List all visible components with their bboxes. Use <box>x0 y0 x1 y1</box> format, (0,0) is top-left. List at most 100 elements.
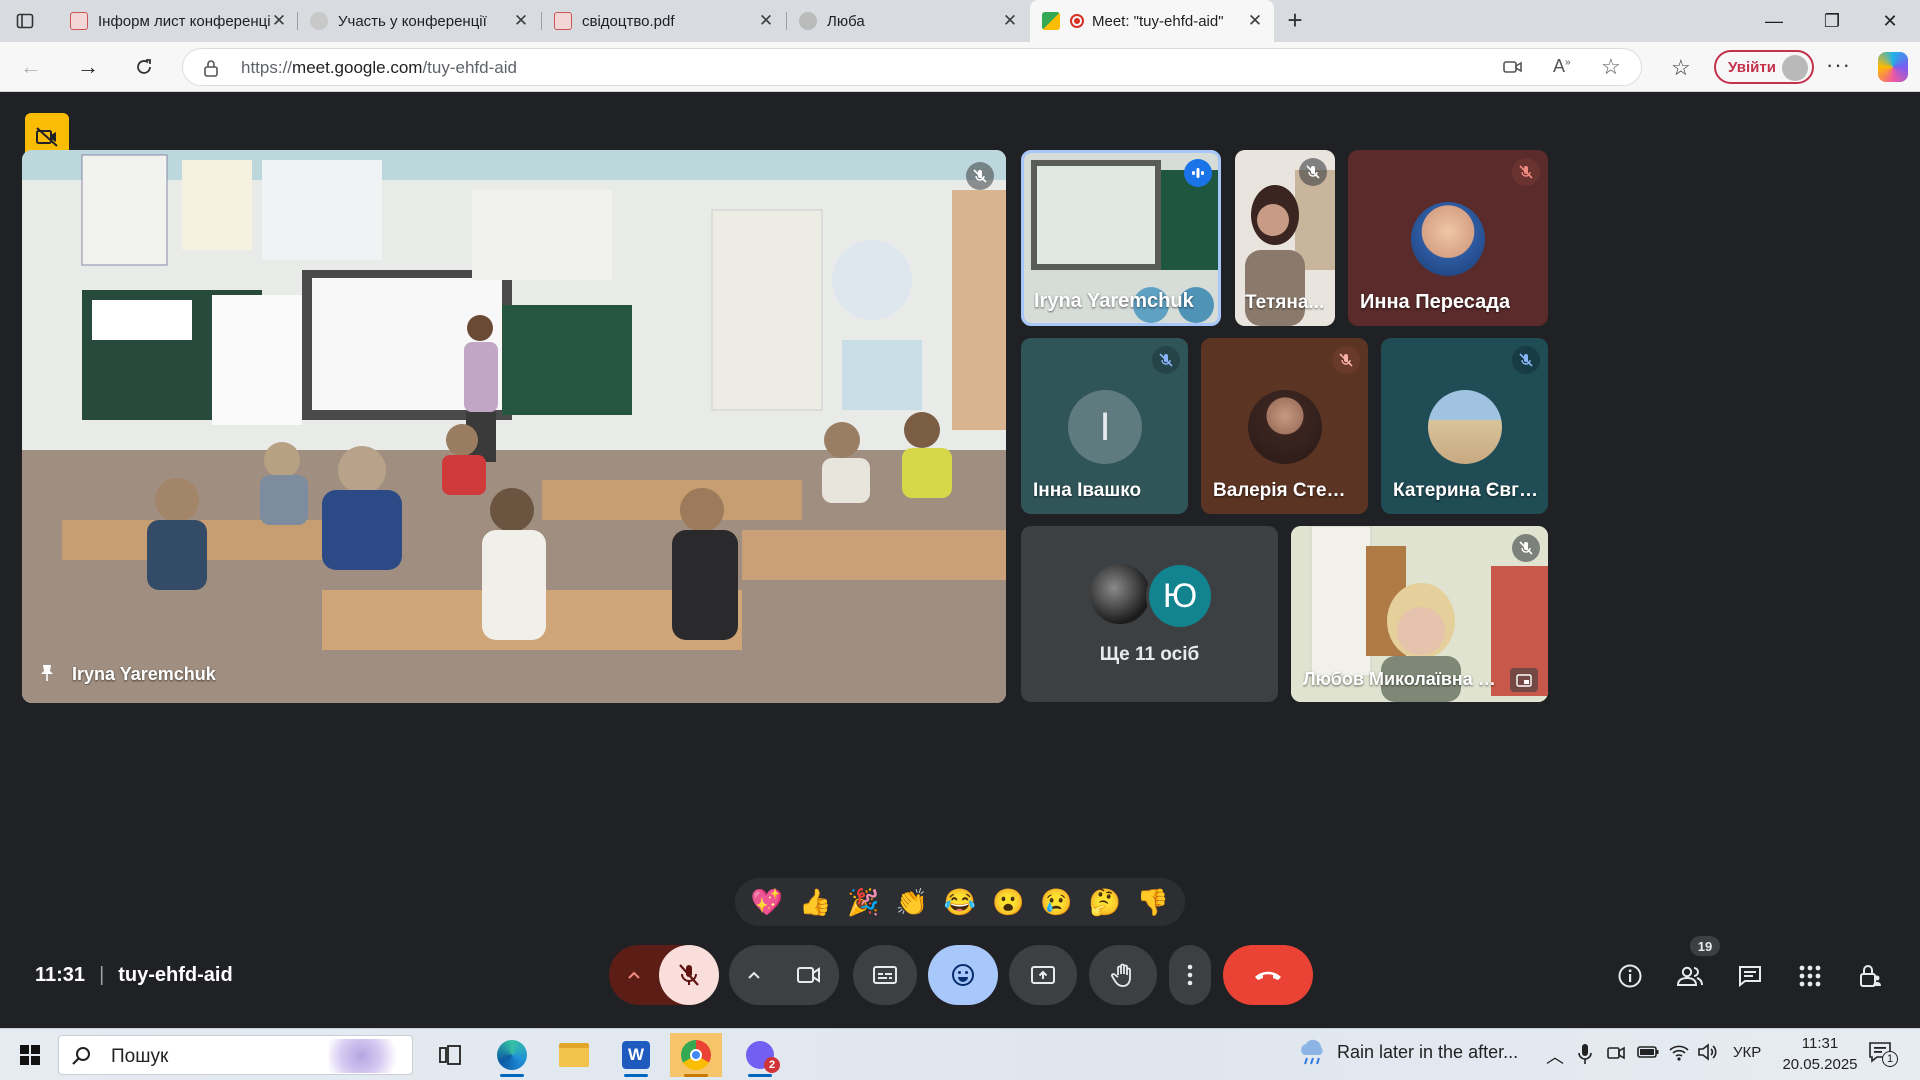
tab-label: Участь у конференції <box>338 12 487 30</box>
tab-conference-participation[interactable]: Участь у конференції ✕ <box>298 0 540 42</box>
emoji-reactions-button[interactable] <box>928 945 998 1005</box>
participant-tile-liubov[interactable]: Любов Миколаївна Ба... <box>1291 526 1548 702</box>
end-call-button[interactable] <box>1223 945 1313 1005</box>
more-icon[interactable]: ··· <box>1826 52 1851 78</box>
volume-icon[interactable] <box>1697 1042 1719 1067</box>
classroom-video <box>22 150 1006 703</box>
participant-name: Инна Пересада <box>1360 291 1511 313</box>
refresh-icon[interactable] <box>127 50 161 84</box>
tab-inform-list[interactable]: Інформ лист конференції 25.pdf ✕ <box>58 0 298 42</box>
forward-icon[interactable]: → <box>71 50 105 84</box>
main-video-tile[interactable]: Iryna Yaremchuk <box>22 150 1006 703</box>
others-tile[interactable]: Ю Ще 11 осіб <box>1021 526 1278 702</box>
camera-tray-icon[interactable] <box>1607 1044 1625 1067</box>
pip-icon[interactable] <box>1510 668 1538 692</box>
taskbar-chrome[interactable] <box>670 1033 722 1077</box>
reaction-party-icon[interactable]: 🎉 <box>847 889 879 915</box>
camera-permission-icon[interactable] <box>1503 58 1523 81</box>
camera-options-chevron-icon[interactable] <box>729 945 779 1005</box>
tab-meet[interactable]: Meet: "tuy-ehfd-aid" ✕ <box>1030 0 1274 42</box>
chat-button[interactable] <box>1730 956 1770 996</box>
close-icon[interactable]: ✕ <box>270 11 288 31</box>
task-view-button[interactable] <box>424 1033 476 1077</box>
reaction-sad-icon[interactable]: 😢 <box>1040 889 1072 915</box>
reaction-thinking-icon[interactable]: 🤔 <box>1088 889 1120 915</box>
notifications-icon[interactable]: 1 <box>1868 1041 1898 1067</box>
microphone-icon[interactable] <box>1578 1043 1594 1065</box>
tab-actions-icon[interactable] <box>14 10 36 32</box>
clock-date: 20.05.2025 <box>1782 1056 1858 1073</box>
participant-tile-inna-peresada[interactable]: Инна Пересада <box>1348 150 1548 326</box>
signin-button[interactable]: Увійти <box>1714 50 1814 84</box>
new-tab-icon[interactable]: + <box>1282 7 1308 34</box>
restore-icon[interactable]: ❐ <box>1803 0 1861 42</box>
info-icon <box>1618 964 1642 988</box>
taskbar-edge[interactable] <box>486 1033 538 1077</box>
close-icon[interactable]: ✕ <box>512 11 530 31</box>
mic-off-icon <box>679 964 699 986</box>
speaking-indicator-icon <box>1184 159 1212 187</box>
participant-name: Валерія Стефа... <box>1213 480 1358 501</box>
mic-options-chevron-icon[interactable] <box>609 945 659 1005</box>
reaction-clap-icon[interactable]: 👏 <box>896 889 928 915</box>
profile-avatar-icon <box>1782 55 1808 81</box>
mic-off-icon <box>966 162 994 190</box>
lock-person-icon <box>1860 965 1881 987</box>
mic-toggle-button[interactable] <box>659 945 719 1005</box>
close-icon[interactable]: ✕ <box>1001 11 1019 31</box>
weather-widget[interactable]: Rain later in the after... <box>1297 1037 1518 1067</box>
participant-avatar <box>1088 562 1152 626</box>
chrome-icon <box>681 1040 711 1070</box>
show-hidden-icons-icon[interactable]: ︿ <box>1546 1043 1564 1069</box>
search-highlight-icon <box>329 1039 409 1073</box>
taskbar-word[interactable]: W <box>610 1033 662 1077</box>
signin-label: Увійти <box>1728 58 1776 76</box>
participant-tile-iryna[interactable]: Iryna Yaremchuk <box>1021 150 1221 326</box>
meeting-info-button[interactable] <box>1610 956 1650 996</box>
camera-toggle-button[interactable] <box>779 945 839 1005</box>
taskbar-file-explorer[interactable] <box>548 1033 600 1077</box>
participant-tile-valeriia[interactable]: Валерія Стефа... <box>1201 338 1368 514</box>
wifi-icon[interactable] <box>1668 1042 1690 1067</box>
url-text: https://meet.google.com/tuy-ehfd-aid <box>241 58 517 77</box>
copilot-icon[interactable] <box>1878 52 1908 82</box>
tab-certificate[interactable]: свідоцтво.pdf ✕ <box>542 0 785 42</box>
reaction-surprised-icon[interactable]: 😮 <box>992 889 1024 915</box>
participant-tile-kateryna[interactable]: Катерина Євге... <box>1381 338 1548 514</box>
captions-button[interactable] <box>853 945 917 1005</box>
more-options-button[interactable] <box>1169 945 1211 1005</box>
reaction-thumbs-up-icon[interactable]: 👍 <box>799 889 831 915</box>
tab-liuba[interactable]: Люба ✕ <box>787 0 1029 42</box>
close-icon[interactable]: ✕ <box>757 11 775 31</box>
present-screen-button[interactable] <box>1009 945 1077 1005</box>
window-close-icon[interactable]: ✕ <box>1861 0 1919 42</box>
participant-tile-tetiana[interactable]: Тетяна... <box>1235 150 1335 326</box>
activities-button[interactable] <box>1790 956 1830 996</box>
participant-tile-inna-ivashko[interactable]: І Інна Івашко <box>1021 338 1188 514</box>
notifications-badge: 1 <box>1882 1051 1898 1067</box>
site-info-icon[interactable] <box>203 59 219 82</box>
reaction-laugh-icon[interactable]: 😂 <box>944 889 976 915</box>
viber-badge: 2 <box>764 1057 780 1073</box>
clock[interactable]: 11:31 20.05.2025 <box>1780 1033 1860 1075</box>
favorites-icon[interactable]: ☆ <box>1671 55 1691 81</box>
raise-hand-button[interactable] <box>1089 945 1157 1005</box>
back-icon[interactable]: ← <box>14 50 48 84</box>
close-icon[interactable]: ✕ <box>1246 11 1264 31</box>
people-count-badge: 19 <box>1690 936 1720 956</box>
host-controls-button[interactable] <box>1850 956 1890 996</box>
favorite-star-icon[interactable]: ☆ <box>1601 54 1621 80</box>
reaction-heart-icon[interactable]: 💖 <box>751 889 783 915</box>
taskbar-viber[interactable]: 2 <box>734 1033 786 1077</box>
start-button[interactable] <box>4 1033 56 1077</box>
reaction-thumbs-down-icon[interactable]: 👎 <box>1137 889 1169 915</box>
participant-name: Інна Івашко <box>1033 480 1142 501</box>
address-bar[interactable]: https://meet.google.com/tuy-ehfd-aid A» … <box>182 48 1642 86</box>
read-aloud-icon[interactable]: A» <box>1553 56 1571 77</box>
input-language[interactable]: УКР <box>1733 1044 1761 1061</box>
minimize-icon[interactable]: — <box>1745 0 1803 42</box>
battery-icon[interactable] <box>1637 1045 1659 1064</box>
pin-icon[interactable] <box>40 664 54 687</box>
people-button[interactable]: 19 <box>1670 936 1720 996</box>
taskbar-search-box[interactable]: Пошук <box>58 1035 413 1075</box>
